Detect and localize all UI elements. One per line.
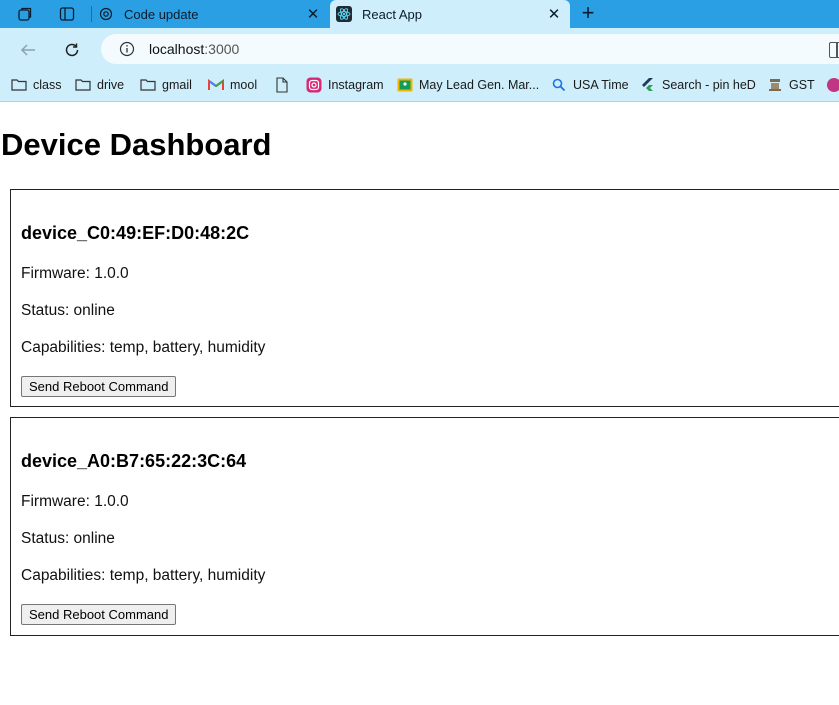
url-host: localhost bbox=[149, 41, 205, 57]
info-icon[interactable] bbox=[119, 41, 135, 57]
flutter-icon bbox=[640, 77, 656, 93]
bookmark-may-lead[interactable]: May Lead Gen. Mar... bbox=[397, 75, 539, 95]
bookmark-label: mool bbox=[230, 78, 258, 92]
bookmark-gmail[interactable]: gmail bbox=[140, 75, 192, 95]
react-icon bbox=[336, 6, 352, 22]
device-card: device_C0:49:EF:D0:48:2C Firmware: 1.0.0… bbox=[10, 189, 839, 407]
url-text[interactable]: localhost:3000 bbox=[149, 41, 239, 57]
folder-icon bbox=[11, 77, 27, 93]
classroom-icon bbox=[397, 77, 413, 93]
new-tab-icon[interactable]: + bbox=[577, 2, 599, 25]
bookmark-label: Search - pin heD bbox=[662, 78, 756, 92]
bookmark-label: class bbox=[33, 78, 62, 92]
bookmark-label: May Lead Gen. Mar... bbox=[419, 78, 540, 92]
reboot-button[interactable]: Send Reboot Command bbox=[21, 376, 177, 397]
tab-react-app[interactable]: React App ✕ bbox=[330, 0, 570, 28]
bookmark-label: Instagram bbox=[328, 78, 384, 92]
capabilities-text: Capabilities: temp, battery, humidity bbox=[21, 567, 266, 584]
firmware-text: Firmware: 1.0.0 bbox=[21, 493, 129, 510]
folder-icon bbox=[140, 77, 156, 93]
close-icon[interactable]: ✕ bbox=[546, 6, 562, 23]
device-name: device_C0:49:EF:D0:48:2C bbox=[21, 223, 250, 243]
bookmark-more[interactable] bbox=[826, 75, 839, 95]
openai-icon bbox=[98, 6, 114, 22]
back-arrow-icon[interactable] bbox=[16, 38, 40, 62]
bookmark-instagram[interactable]: Instagram bbox=[306, 75, 384, 95]
instagram-icon bbox=[306, 77, 322, 93]
workspaces-icon[interactable] bbox=[14, 4, 36, 24]
bookmark-label: USA Time bbox=[573, 78, 629, 92]
refresh-icon[interactable] bbox=[60, 38, 84, 62]
app-icon bbox=[826, 77, 839, 93]
document-icon bbox=[274, 77, 290, 93]
split-screen-icon[interactable] bbox=[829, 42, 839, 58]
status-text: Status: online bbox=[21, 530, 115, 547]
bookmark-mool[interactable]: mool bbox=[208, 75, 257, 95]
bookmarks-bar: class drive gmail mool Instagram May Lea… bbox=[0, 70, 839, 102]
page-title: Device Dashboard bbox=[1, 127, 272, 162]
device-name: device_A0:B7:65:22:3C:64 bbox=[21, 451, 247, 471]
bookmark-class[interactable]: class bbox=[11, 75, 61, 95]
search-icon bbox=[551, 77, 567, 93]
bookmark-label: drive bbox=[97, 78, 125, 92]
firmware-text: Firmware: 1.0.0 bbox=[21, 265, 129, 282]
bookmark-usa-time[interactable]: USA Time bbox=[551, 75, 629, 95]
status-text: Status: online bbox=[21, 302, 115, 319]
gmail-icon bbox=[208, 77, 224, 93]
browser-toolbar: localhost:3000 bbox=[0, 28, 839, 70]
url-port: :3000 bbox=[204, 41, 240, 57]
bookmark-page[interactable] bbox=[274, 75, 296, 95]
address-bar[interactable]: localhost:3000 bbox=[101, 34, 839, 64]
emblem-icon bbox=[767, 77, 783, 93]
reboot-button[interactable]: Send Reboot Command bbox=[21, 604, 177, 625]
capabilities-text: Capabilities: temp, battery, humidity bbox=[21, 339, 266, 356]
bookmark-drive[interactable]: drive bbox=[75, 75, 124, 95]
bookmark-label: gmail bbox=[162, 78, 192, 92]
bookmark-gst[interactable]: GST bbox=[767, 75, 815, 95]
bookmark-label: GST bbox=[789, 78, 815, 92]
tab-title: Code update bbox=[124, 6, 199, 22]
folder-icon bbox=[75, 77, 91, 93]
tab-code-update[interactable]: Code update ✕ bbox=[92, 0, 329, 28]
close-icon[interactable]: ✕ bbox=[305, 6, 321, 23]
bookmark-search-pin[interactable]: Search - pin heD bbox=[640, 75, 756, 95]
vertical-tabs-icon[interactable] bbox=[56, 4, 78, 24]
tab-bar: Code update ✕ React App ✕ + bbox=[0, 0, 839, 28]
tab-title: React App bbox=[362, 6, 422, 22]
device-card: device_A0:B7:65:22:3C:64 Firmware: 1.0.0… bbox=[10, 417, 839, 636]
